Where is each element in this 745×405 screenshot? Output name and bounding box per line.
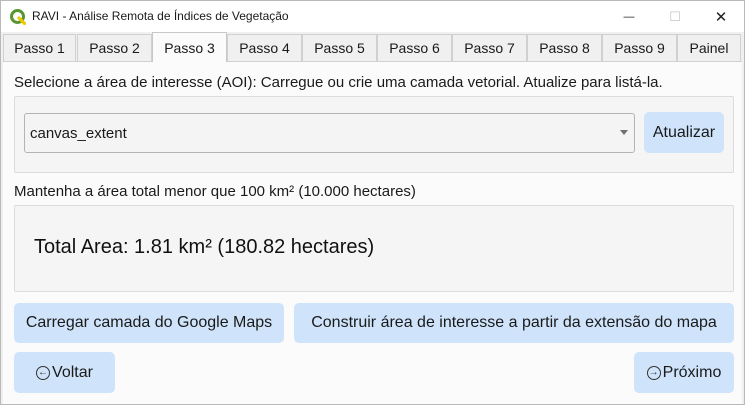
tab-bar: Passo 1 Passo 2 Passo 3 Passo 4 Passo 5 … — [3, 32, 742, 62]
load-google-maps-button[interactable]: Carregar camada do Google Maps — [14, 303, 284, 343]
tab-passo-3[interactable]: Passo 3 — [152, 32, 227, 62]
maximize-icon: ☐ — [669, 8, 681, 24]
tab-passo-6[interactable]: Passo 6 — [377, 34, 452, 61]
tab-passo-4[interactable]: Passo 4 — [227, 34, 302, 61]
area-limit-note: Mantenha a área total menor que 100 km² … — [14, 183, 416, 200]
tab-painel[interactable]: Painel — [677, 34, 741, 61]
back-button-label: Voltar — [52, 363, 93, 381]
tab-passo-2[interactable]: Passo 2 — [77, 34, 152, 61]
title-bar: RAVI - Análise Remota de Índices de Vege… — [1, 1, 744, 32]
minimize-icon: — — [623, 10, 635, 23]
minimize-button[interactable]: — — [606, 1, 652, 32]
total-area-text: Total Area: 1.81 km² (180.82 hectares) — [34, 236, 375, 258]
left-arrow-circle-icon: ← — [36, 365, 51, 380]
next-button-label: Próximo — [662, 363, 722, 381]
app-window: RAVI - Análise Remota de Índices de Vege… — [0, 0, 745, 405]
chevron-down-icon — [620, 130, 628, 135]
next-button[interactable]: → Próximo — [634, 352, 734, 393]
close-icon: ✕ — [714, 8, 728, 26]
tab-passo-1[interactable]: Passo 1 — [3, 34, 76, 61]
qgis-icon — [10, 9, 26, 25]
aoi-instruction: Selecione a área de interesse (AOI): Car… — [14, 74, 663, 91]
tab-passo-7[interactable]: Passo 7 — [452, 34, 527, 61]
refresh-button[interactable]: Atualizar — [644, 112, 724, 153]
layer-select[interactable]: canvas_extent — [24, 113, 635, 153]
tab-passo-9[interactable]: Passo 9 — [602, 34, 677, 61]
maximize-button[interactable]: ☐ — [652, 1, 698, 32]
layer-select-value: canvas_extent — [30, 125, 127, 142]
back-button[interactable]: ← Voltar — [14, 352, 115, 393]
right-arrow-circle-icon: → — [646, 365, 661, 380]
window-title: RAVI - Análise Remota de Índices de Vege… — [32, 9, 289, 23]
tab-passo-8[interactable]: Passo 8 — [527, 34, 602, 61]
tab-passo-5[interactable]: Passo 5 — [302, 34, 377, 61]
close-button[interactable]: ✕ — [698, 1, 744, 32]
build-aoi-from-extent-button[interactable]: Construir área de interesse a partir da … — [294, 303, 734, 343]
